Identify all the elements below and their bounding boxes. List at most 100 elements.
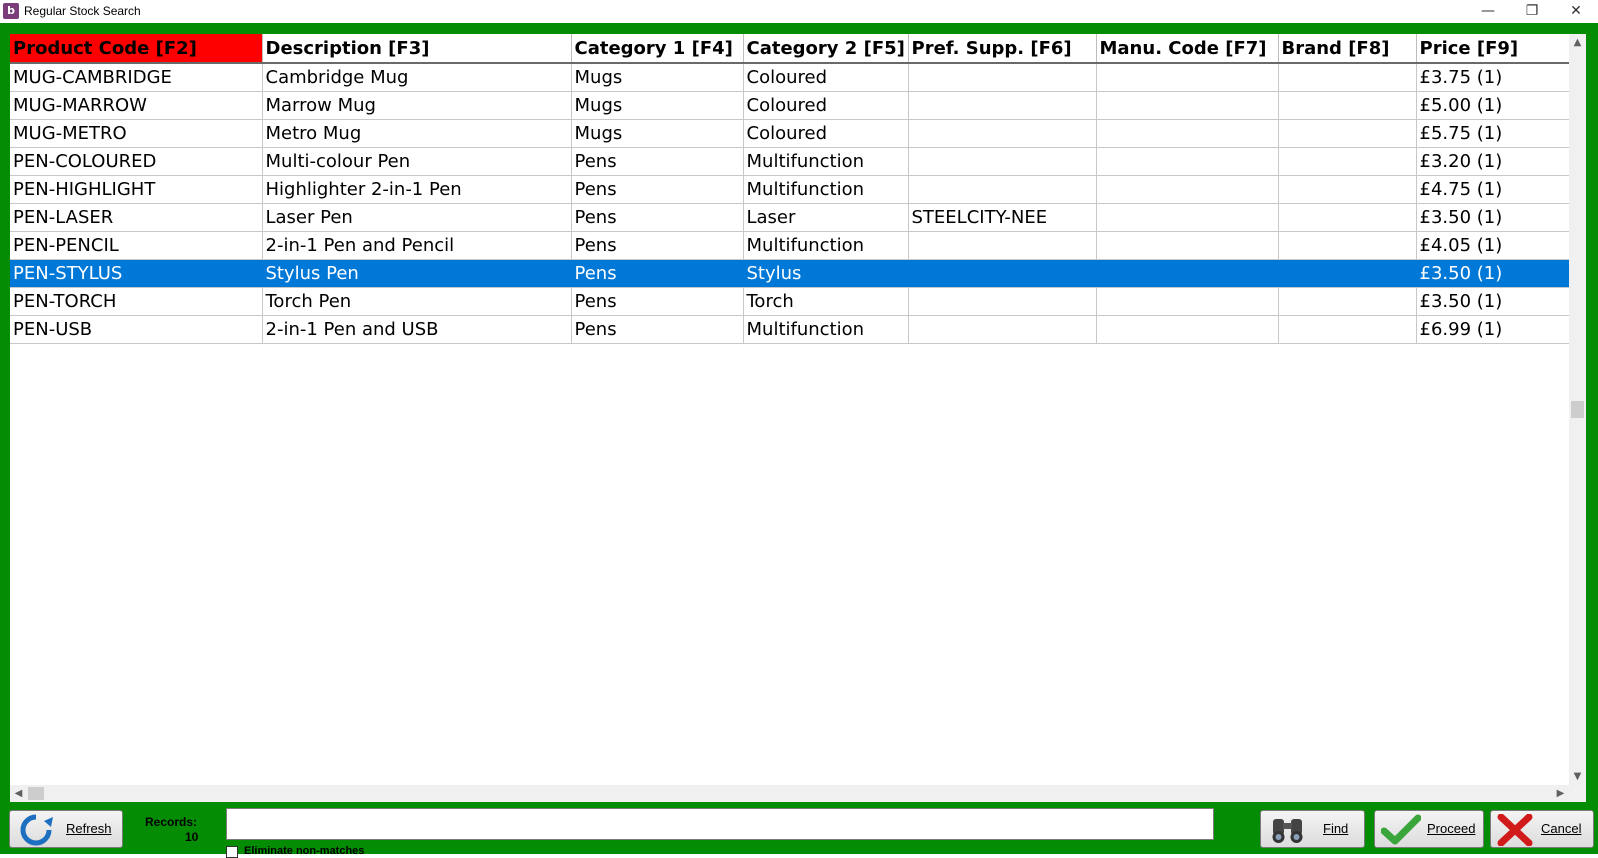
empty-cell (1416, 587, 1574, 614)
empty-cell (1278, 371, 1416, 398)
restore-button[interactable]: ❐ (1510, 0, 1554, 22)
empty-cell (1096, 668, 1278, 695)
cell-pref-supp (908, 175, 1097, 204)
empty-row (10, 668, 1574, 695)
empty-cell (1278, 452, 1416, 479)
column-header-category-2[interactable]: Category 2 [F5] (743, 34, 909, 64)
scroll-right-arrow-icon[interactable]: ▶ (1552, 785, 1569, 802)
cell-pref-supp (908, 119, 1097, 148)
table-row[interactable]: PEN-TORCH Torch Pen Pens Torch £3.50 (1) (10, 287, 1575, 316)
cell-description: 2-in-1 Pen and USB (262, 315, 572, 344)
column-header-description[interactable]: Description [F3] (262, 34, 572, 64)
column-header-category-1[interactable]: Category 1 [F4] (571, 34, 744, 64)
table-row[interactable]: MUG-CAMBRIDGE Cambridge Mug Mugs Coloured £3… (10, 63, 1575, 92)
empty-cell (908, 344, 1096, 372)
cell-price: £3.20 (1) (1416, 147, 1575, 176)
empty-cell (262, 668, 571, 695)
empty-cell (1416, 479, 1574, 506)
empty-cell (743, 452, 908, 479)
empty-cell (571, 695, 743, 722)
stock-table: Product Code [F2] Description [F3] Categ… (10, 34, 1575, 802)
cell-category-1: Pens (571, 315, 744, 344)
scroll-down-arrow-icon[interactable]: ▼ (1569, 768, 1586, 785)
cell-price: £3.50 (1) (1416, 287, 1575, 316)
horizontal-scroll-thumb[interactable] (28, 787, 44, 800)
close-button[interactable]: ✕ (1554, 0, 1598, 22)
empty-cell (10, 398, 262, 425)
cell-description: Torch Pen (262, 287, 572, 316)
table-row[interactable]: PEN-USB 2-in-1 Pen and USB Pens Multifuncti… (10, 315, 1575, 344)
empty-cell (743, 668, 908, 695)
empty-cell (1096, 614, 1278, 641)
empty-cell (571, 641, 743, 668)
cell-manu-code (1096, 259, 1279, 288)
empty-cell (908, 668, 1096, 695)
table-row[interactable]: PEN-COLOURED Multi-colour Pen Pens Multifun… (10, 147, 1575, 176)
find-button[interactable]: Find (1260, 810, 1365, 848)
scroll-left-arrow-icon[interactable]: ◀ (10, 785, 27, 802)
empty-cell (1278, 425, 1416, 452)
title-bar: b Regular Stock Search — ❐ ✕ (0, 0, 1598, 23)
cell-pref-supp (908, 287, 1097, 316)
column-header-brand[interactable]: Brand [F8] (1278, 34, 1417, 64)
empty-cell (908, 506, 1096, 533)
empty-cell (743, 641, 908, 668)
proceed-button[interactable]: Proceed (1374, 810, 1484, 848)
refresh-button[interactable]: Refresh (9, 810, 123, 848)
eliminate-non-matches-checkbox[interactable] (226, 846, 238, 858)
horizontal-scrollbar[interactable] (10, 785, 1569, 802)
empty-cell (1096, 452, 1278, 479)
empty-cell (743, 560, 908, 587)
empty-cell (571, 749, 743, 776)
minimize-button[interactable]: — (1466, 0, 1510, 22)
empty-cell (908, 695, 1096, 722)
empty-cell (1278, 614, 1416, 641)
cell-pref-supp: STEELCITY-NEE (908, 203, 1097, 232)
empty-cell (1096, 506, 1278, 533)
cell-description: Metro Mug (262, 119, 572, 148)
column-header-price[interactable]: Price [F9] (1416, 34, 1575, 64)
cell-brand (1278, 119, 1417, 148)
empty-cell (908, 722, 1096, 749)
empty-cell (1416, 722, 1574, 749)
table-row[interactable]: MUG-METRO Metro Mug Mugs Coloured £5.75 (1) (10, 119, 1575, 148)
vertical-scroll-thumb[interactable] (1571, 401, 1584, 418)
empty-cell (10, 560, 262, 587)
cell-manu-code (1096, 147, 1279, 176)
column-header-pref-supp[interactable]: Pref. Supp. [F6] (908, 34, 1097, 64)
cancel-button[interactable]: Cancel (1490, 810, 1594, 848)
empty-cell (1416, 344, 1574, 372)
cell-category-2: Coloured (743, 119, 909, 148)
empty-row (10, 371, 1574, 398)
table-row[interactable]: PEN-LASER Laser Pen Pens Laser STEELCITY-NEE… (10, 203, 1575, 232)
empty-cell (10, 344, 262, 372)
cell-category-1: Pens (571, 147, 744, 176)
empty-cell (1096, 371, 1278, 398)
cell-manu-code (1096, 203, 1279, 232)
cell-product-code: PEN-PENCIL (10, 231, 263, 260)
table-row[interactable]: PEN-STYLUS Stylus Pen Pens Stylus £3.50 (1) (10, 259, 1575, 288)
table-row[interactable]: PEN-PENCIL 2-in-1 Pen and Pencil Pens Multi… (10, 231, 1575, 260)
empty-cell (743, 695, 908, 722)
scroll-up-arrow-icon[interactable]: ▲ (1569, 34, 1586, 51)
cell-category-1: Mugs (571, 119, 744, 148)
records-count: 10 (185, 830, 199, 844)
vertical-scrollbar[interactable] (1569, 34, 1586, 802)
cell-product-code: MUG-METRO (10, 119, 263, 148)
empty-cell (743, 371, 908, 398)
table-row[interactable]: MUG-MARROW Marrow Mug Mugs Coloured £5.00 (1… (10, 91, 1575, 120)
search-input[interactable] (226, 808, 1214, 840)
cell-category-2: Multifunction (743, 231, 909, 260)
table-row[interactable]: PEN-HIGHLIGHT Highlighter 2-in-1 Pen Pens M… (10, 175, 1575, 204)
empty-cell (743, 425, 908, 452)
column-header-product-code[interactable]: Product Code [F2] (10, 34, 263, 64)
empty-cell (1096, 344, 1278, 372)
cell-product-code: PEN-LASER (10, 203, 263, 232)
column-header-manu-code[interactable]: Manu. Code [F7] (1096, 34, 1279, 64)
cell-price: £5.75 (1) (1416, 119, 1575, 148)
stock-grid[interactable]: Product Code [F2] Description [F3] Categ… (10, 34, 1579, 802)
cancel-label: Cancel (1541, 821, 1582, 836)
empty-cell (908, 749, 1096, 776)
cell-pref-supp (908, 315, 1097, 344)
empty-cell (743, 749, 908, 776)
